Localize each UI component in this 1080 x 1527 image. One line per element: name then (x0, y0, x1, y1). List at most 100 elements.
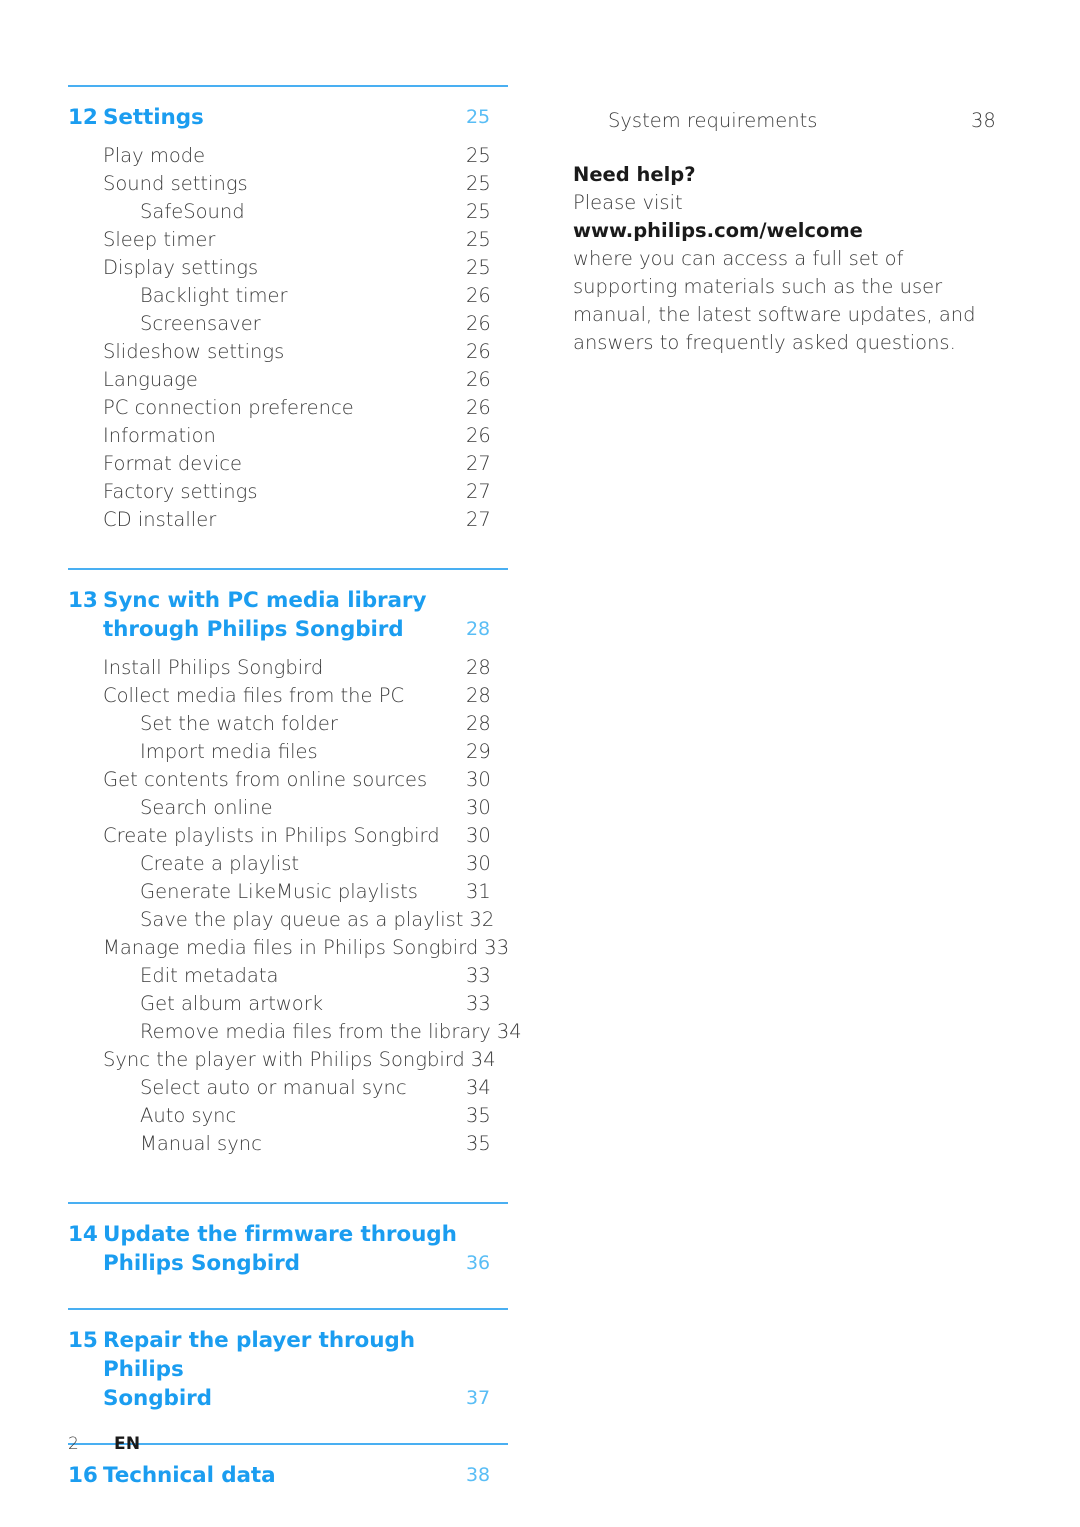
toc-entry[interactable]: Auto sync 35 (68, 1102, 508, 1130)
entry-label: Display settings (103, 256, 259, 279)
toc-entry[interactable]: Manual sync 35 (68, 1130, 508, 1158)
toc-entry[interactable]: Manage media files in Philips Songbird 3… (68, 934, 509, 962)
toc-entry[interactable]: Language 26 (68, 366, 508, 394)
toc-entry[interactable]: Collect media files from the PC 28 (68, 682, 508, 710)
entry-label: PC connection preference (103, 396, 354, 419)
toc-entry[interactable]: SafeSound 25 (68, 198, 508, 226)
entry-page-number: 26 (466, 340, 491, 363)
entry-label: Screensaver (140, 312, 261, 335)
toc-entry[interactable]: Backlight timer 26 (68, 282, 508, 310)
toc-entry[interactable]: Sound settings 25 (68, 170, 508, 198)
toc-page: 12 Settings 25 Play mode 25 Sound settin… (0, 0, 1080, 1527)
entry-label: System requirements (608, 109, 818, 132)
entry-page-number: 25 (466, 228, 491, 251)
entry-label: Install Philips Songbird (103, 656, 324, 679)
entry-page-number: 28 (466, 684, 491, 707)
entry-label: CD installer (103, 508, 217, 531)
section-number: 14 (68, 1222, 98, 1247)
toc-entry[interactable]: Information 26 (68, 422, 508, 450)
toc-entry[interactable]: Screensaver 26 (68, 310, 508, 338)
entry-page-number: 34 (496, 1020, 522, 1043)
section-title-continued: through Philips Songbird (103, 617, 404, 642)
toc-entry[interactable]: Slideshow settings 26 (68, 338, 508, 366)
entry-label: Generate LikeMusic playlists (140, 880, 418, 903)
entry-label: Language (103, 368, 198, 391)
section-heading-line2[interactable]: Philips Songbird 36 (68, 1249, 508, 1278)
toc-entry[interactable]: Play mode 25 (68, 142, 508, 170)
entry-label: Slideshow settings (103, 340, 285, 363)
toc-entry[interactable]: Sleep timer 25 (68, 226, 508, 254)
section-heading[interactable]: 13 Sync with PC media library (68, 586, 508, 615)
section-heading-line2[interactable]: through Philips Songbird 28 (68, 615, 508, 644)
entry-page-number: 34 (470, 1048, 496, 1071)
section-number: 16 (68, 1463, 98, 1488)
entry-label: Set the watch folder (140, 712, 338, 735)
entry-page-number: 25 (466, 256, 491, 279)
need-help-body: where you can access a full set of suppo… (573, 247, 976, 354)
toc-entry[interactable]: Search online 30 (68, 794, 508, 822)
section-title-continued: Songbird (103, 1386, 212, 1411)
toc-entry[interactable]: Generate LikeMusic playlists 31 (68, 878, 508, 906)
entry-label: Remove media files from the library (140, 1020, 491, 1043)
section-page-number: 37 (466, 1387, 490, 1409)
toc-entry[interactable]: Import media files 29 (68, 738, 508, 766)
entry-label: Save the play queue as a playlist (140, 908, 464, 931)
toc-entry[interactable]: Install Philips Songbird 28 (68, 654, 508, 682)
entry-page-number: 25 (466, 200, 491, 223)
footer-page-number: 2 (68, 1434, 79, 1454)
philips-welcome-url[interactable]: www.philips.com/welcome (573, 217, 1013, 245)
section-page-number: 38 (466, 1464, 490, 1486)
toc-entry[interactable]: Create playlists in Philips Songbird 30 (68, 822, 508, 850)
toc-entry[interactable]: Display settings 25 (68, 254, 508, 282)
entry-page-number: 35 (466, 1104, 491, 1127)
toc-entry[interactable]: Sync the player with Philips Songbird 34 (68, 1046, 508, 1074)
toc-entry[interactable]: Factory settings 27 (68, 478, 508, 506)
need-help-heading: Need help? (573, 163, 696, 186)
section-number: 15 (68, 1328, 98, 1353)
entry-page-number: 26 (466, 396, 491, 419)
toc-entry[interactable]: Create a playlist 30 (68, 850, 508, 878)
section-page-number: 36 (466, 1252, 490, 1274)
toc-entry[interactable]: Save the play queue as a playlist 32 (68, 906, 508, 934)
entry-label: Create a playlist (140, 852, 300, 875)
entry-page-number: 30 (466, 768, 491, 791)
toc-section-13: 13 Sync with PC media library through Ph… (68, 568, 522, 1158)
entry-page-number: 33 (484, 936, 510, 959)
section-title: Update the firmware through (103, 1222, 457, 1247)
entry-label: Import media files (140, 740, 318, 763)
entry-page-number: 25 (466, 172, 491, 195)
entry-label: Manual sync (140, 1132, 262, 1155)
toc-entry[interactable]: Edit metadata 33 (68, 962, 508, 990)
entry-label: Format device (103, 452, 242, 475)
entry-page-number: 33 (466, 964, 491, 987)
entry-page-number: 26 (466, 424, 491, 447)
entry-label: Get contents from online sources (103, 768, 428, 791)
entry-label: Auto sync (140, 1104, 237, 1127)
entry-label: Information (103, 424, 216, 447)
section-heading[interactable]: 16 Technical data 38 (68, 1461, 508, 1490)
toc-entry[interactable]: Format device 27 (68, 450, 508, 478)
need-help-visit-line: Please visit (573, 191, 683, 214)
toc-entry[interactable]: Get album artwork 33 (68, 990, 508, 1018)
toc-entry[interactable]: CD installer 27 (68, 506, 508, 534)
toc-entry[interactable]: Remove media files from the library 34 (68, 1018, 522, 1046)
entry-page-number: 38 (971, 109, 996, 132)
toc-entry[interactable]: System requirements 38 (573, 107, 1013, 135)
section-heading[interactable]: 15 Repair the player through Philips (68, 1326, 508, 1384)
toc-entry[interactable]: Set the watch folder 28 (68, 710, 508, 738)
toc-entry[interactable]: Select auto or manual sync 34 (68, 1074, 508, 1102)
section-heading-line2[interactable]: Songbird 37 (68, 1384, 508, 1413)
toc-section-15: 15 Repair the player through Philips Son… (68, 1308, 508, 1413)
entry-page-number: 25 (466, 144, 491, 167)
entry-label: Select auto or manual sync (140, 1076, 407, 1099)
entry-label: Manage media files in Philips Songbird (103, 936, 479, 959)
toc-entry[interactable]: PC connection preference 26 (68, 394, 508, 422)
entry-page-number: 33 (466, 992, 491, 1015)
section-title: Technical data (103, 1463, 276, 1488)
entry-page-number: 28 (466, 656, 491, 679)
section-heading[interactable]: 12 Settings 25 (68, 103, 508, 132)
entry-label: Search online (140, 796, 273, 819)
right-column: System requirements 38 Need help? Please… (573, 85, 1013, 357)
section-heading[interactable]: 14 Update the firmware through (68, 1220, 508, 1249)
toc-entry[interactable]: Get contents from online sources 30 (68, 766, 508, 794)
